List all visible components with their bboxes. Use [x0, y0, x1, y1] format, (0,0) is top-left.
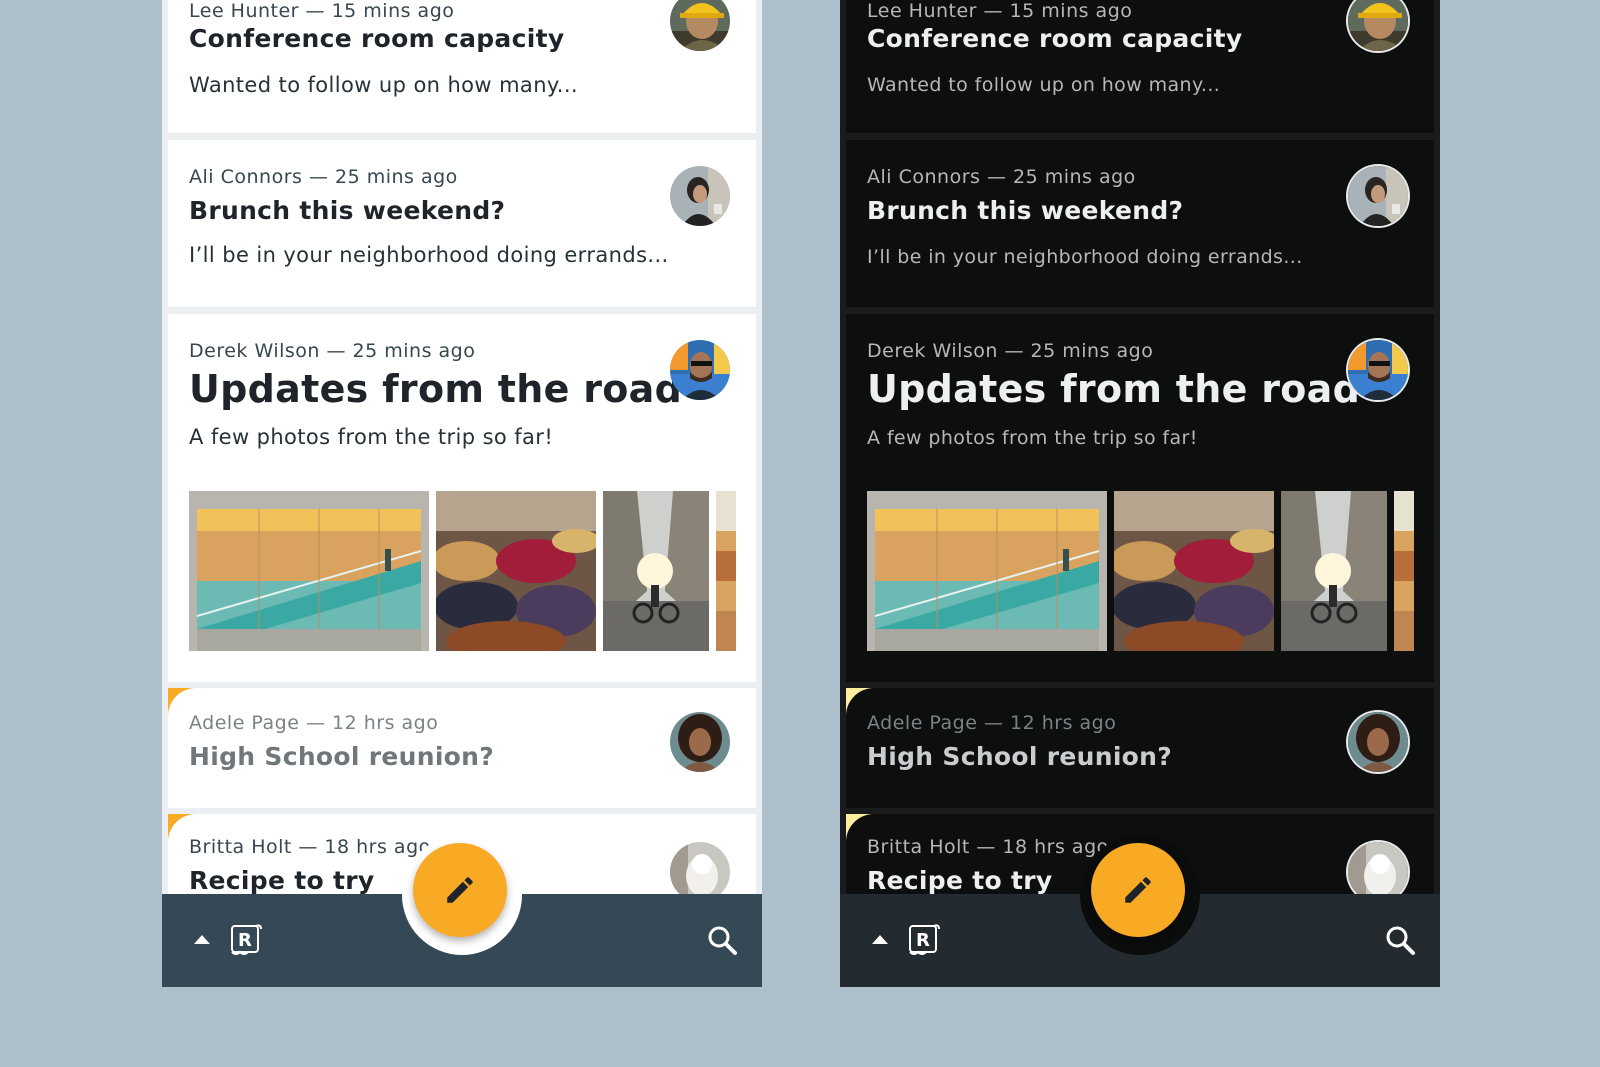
email-card-derek-wilson[interactable]: Derek Wilson — 25 mins ago Updates from …	[168, 314, 756, 682]
email-card-lee-hunter[interactable]: Lee Hunter — 15 mins ago Conference room…	[846, 0, 1434, 133]
avatar-lee[interactable]	[670, 0, 730, 51]
email-preview: I’ll be in your neighborhood doing erran…	[189, 243, 669, 267]
search-icon[interactable]	[706, 924, 738, 956]
email-meta: Derek Wilson — 25 mins ago	[189, 340, 476, 362]
pencil-icon	[1125, 877, 1151, 903]
avatar-britta[interactable]	[1348, 842, 1408, 902]
photo-escalator[interactable]	[189, 491, 429, 651]
avatar-derek[interactable]	[1348, 340, 1408, 400]
photo-cyclist-street[interactable]	[1281, 491, 1387, 651]
compose-fab-button[interactable]	[1091, 843, 1185, 937]
light-theme-phone: Lee Hunter — 15 mins ago Conference room…	[162, 0, 762, 987]
email-subject: Recipe to try	[189, 866, 375, 895]
avatar-ali[interactable]	[1348, 166, 1408, 226]
email-subject: Brunch this weekend?	[867, 196, 1184, 225]
email-preview: Wanted to follow up on how many...	[189, 73, 578, 97]
compose-fab-button[interactable]	[413, 843, 507, 937]
svg-text:R: R	[238, 930, 252, 951]
email-meta: Britta Holt — 18 hrs ago	[189, 836, 431, 858]
email-meta: Ali Connors — 25 mins ago	[189, 166, 458, 188]
email-meta: Lee Hunter — 15 mins ago	[867, 0, 1133, 22]
avatar-adele[interactable]	[670, 712, 730, 772]
pencil-icon	[447, 877, 473, 903]
attachment-gallery	[867, 491, 1414, 651]
email-card-adele-page[interactable]: Adele Page — 12 hrs ago High School reun…	[168, 688, 756, 808]
avatar-adele[interactable]	[1348, 712, 1408, 772]
email-preview: A few photos from the trip so far!	[867, 427, 1198, 449]
photo-cyclist-street[interactable]	[603, 491, 709, 651]
photo-market-spices[interactable]	[1114, 491, 1274, 651]
email-subject: High School reunion?	[867, 742, 1173, 771]
photo-market-spices[interactable]	[436, 491, 596, 651]
photo-escalator[interactable]	[867, 491, 1107, 651]
photo-street-partial[interactable]	[1394, 491, 1414, 651]
email-subject: Conference room capacity	[867, 24, 1243, 53]
photo-street-partial[interactable]	[716, 491, 736, 651]
avatar-lee[interactable]	[1348, 0, 1408, 51]
email-preview: I’ll be in your neighborhood doing erran…	[867, 246, 1303, 268]
email-preview: Wanted to follow up on how many...	[867, 74, 1221, 96]
email-subject: High School reunion?	[189, 742, 495, 771]
email-meta: Derek Wilson — 25 mins ago	[867, 340, 1154, 362]
email-subject: Brunch this weekend?	[189, 196, 506, 225]
email-meta: Adele Page — 12 hrs ago	[867, 712, 1117, 734]
email-meta: Adele Page — 12 hrs ago	[189, 712, 439, 734]
email-preview: A few photos from the trip so far!	[189, 425, 554, 449]
reply-logo-icon[interactable]: R	[906, 922, 942, 958]
email-card-lee-hunter[interactable]: Lee Hunter — 15 mins ago Conference room…	[168, 0, 756, 133]
search-icon[interactable]	[1384, 924, 1416, 956]
email-subject: Conference room capacity	[189, 24, 565, 53]
email-meta: Ali Connors — 25 mins ago	[867, 166, 1136, 188]
avatar-britta[interactable]	[670, 842, 730, 902]
svg-text:R: R	[916, 930, 930, 951]
email-meta: Britta Holt — 18 hrs ago	[867, 836, 1109, 858]
email-card-derek-wilson[interactable]: Derek Wilson — 25 mins ago Updates from …	[846, 314, 1434, 682]
reply-logo-icon[interactable]: R	[228, 922, 264, 958]
attachment-gallery	[189, 491, 736, 651]
email-card-ali-connors[interactable]: Ali Connors — 25 mins ago Brunch this we…	[846, 140, 1434, 307]
email-meta: Lee Hunter — 15 mins ago	[189, 0, 455, 22]
email-subject: Updates from the road	[189, 367, 683, 411]
email-subject: Updates from the road	[867, 367, 1361, 411]
avatar-derek[interactable]	[670, 340, 730, 400]
email-card-ali-connors[interactable]: Ali Connors — 25 mins ago Brunch this we…	[168, 140, 756, 307]
arrow-up-icon[interactable]	[870, 932, 890, 946]
avatar-ali[interactable]	[670, 166, 730, 226]
email-card-adele-page[interactable]: Adele Page — 12 hrs ago High School reun…	[846, 688, 1434, 808]
dark-theme-phone: Lee Hunter — 15 mins ago Conference room…	[840, 0, 1440, 987]
email-subject: Recipe to try	[867, 866, 1053, 895]
arrow-up-icon[interactable]	[192, 932, 212, 946]
